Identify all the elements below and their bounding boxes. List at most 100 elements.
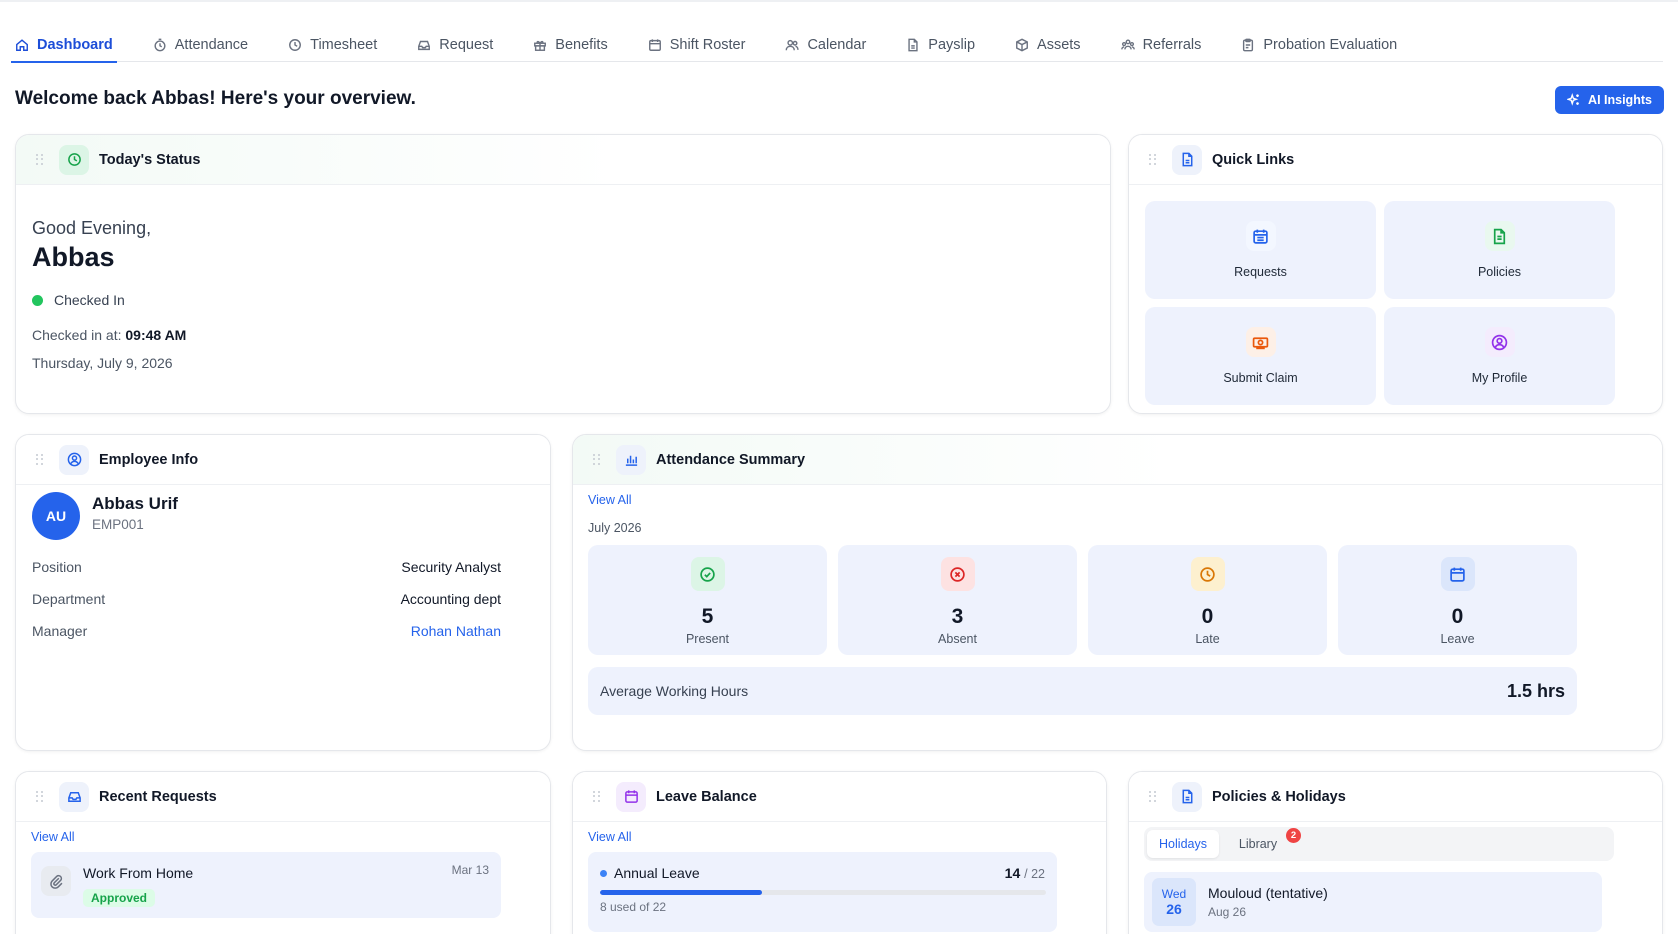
card-header: Today's Status	[16, 135, 1110, 185]
drag-handle-icon[interactable]	[593, 790, 601, 803]
todays-status-card: Today's Status Good Evening, Abbas Check…	[15, 134, 1111, 414]
stat-label: Late	[1195, 632, 1220, 646]
stat-label: Absent	[938, 632, 977, 646]
card-title: Employee Info	[99, 451, 199, 468]
tab-request[interactable]: Request	[417, 28, 493, 62]
tab-calendar[interactable]: Calendar	[785, 28, 866, 62]
drag-handle-icon[interactable]	[1149, 790, 1157, 803]
sparkle-icon	[1567, 93, 1579, 106]
ai-insights-button[interactable]: AI Insights	[1555, 86, 1664, 114]
employee-id: EMP001	[92, 517, 144, 532]
manager-link[interactable]: Rohan Nathan	[411, 623, 501, 639]
drag-handle-icon[interactable]	[36, 453, 44, 466]
tab-benefits[interactable]: Benefits	[533, 28, 608, 62]
clock-icon	[59, 144, 89, 175]
tab-label: Assets	[1037, 37, 1081, 53]
calendar-icon	[648, 39, 661, 51]
tab-shift-roster[interactable]: Shift Roster	[648, 28, 746, 62]
card-header: Attendance Summary	[573, 435, 1662, 485]
policies-holidays-card: Policies & Holidays Holidays Library 2 W…	[1128, 771, 1663, 934]
info-key: Manager	[32, 623, 88, 639]
card-title: Leave Balance	[656, 788, 757, 805]
tab-label: Dashboard	[37, 37, 113, 53]
tab-label: Shift Roster	[669, 37, 746, 53]
quick-link-my-profile[interactable]: My Profile	[1384, 307, 1615, 405]
user-circle-icon	[1484, 327, 1515, 357]
greeting: Good Evening,	[32, 218, 152, 238]
holiday-item[interactable]: Wed 26 Mouloud (tentative) Aug 26	[1144, 872, 1602, 932]
stat-present[interactable]: 5 Present	[588, 545, 827, 655]
leave-remaining: 14	[1004, 865, 1021, 881]
request-title: Work From Home	[83, 865, 194, 881]
clock-icon	[1190, 557, 1225, 591]
tab-assets[interactable]: Assets	[1015, 28, 1081, 62]
library-count-badge: 2	[1286, 828, 1301, 843]
quick-links-card: Quick Links Requests Policies Submit Cla…	[1128, 134, 1663, 414]
checkin-value: 09:48 AM	[125, 327, 187, 343]
stat-label: Present	[685, 632, 730, 646]
tab-holidays[interactable]: Holidays	[1147, 830, 1219, 858]
user-circle-icon	[59, 444, 89, 475]
top-divider	[0, 0, 1678, 2]
drag-handle-icon[interactable]	[593, 453, 601, 466]
info-key: Department	[32, 591, 106, 607]
drag-handle-icon[interactable]	[36, 790, 44, 803]
tab-probation-evaluation[interactable]: Probation Evaluation	[1241, 28, 1397, 62]
stat-value: 0	[1201, 605, 1214, 628]
leave-progress-fill	[600, 890, 763, 895]
tab-dashboard[interactable]: Dashboard	[11, 28, 117, 63]
info-value: Security Analyst	[401, 559, 501, 575]
quick-links-grid: Requests Policies Submit Claim My Profil…	[1145, 201, 1615, 405]
leave-item[interactable]: Annual Leave 14 / 22 8 used of 22	[588, 852, 1057, 932]
avg-label: Average Working Hours	[600, 683, 749, 699]
leave-name: Annual Leave	[614, 865, 700, 881]
gift-icon	[534, 40, 547, 51]
stat-value: 5	[701, 605, 714, 628]
stat-label: Leave	[1440, 632, 1475, 646]
holiday-day: Wed	[1161, 887, 1187, 901]
tab-payslip[interactable]: Payslip	[906, 28, 975, 62]
holidays-library-toggle: Holidays Library 2	[1144, 827, 1614, 861]
stat-late[interactable]: 0 Late	[1088, 545, 1327, 655]
info-row-position: Position Security Analyst	[32, 559, 501, 575]
card-title: Attendance Summary	[656, 451, 806, 468]
quick-link-requests[interactable]: Requests	[1145, 201, 1376, 299]
view-all-link[interactable]: View All	[31, 830, 75, 844]
view-all-link[interactable]: View All	[588, 830, 632, 844]
quick-link-label: Submit Claim	[1223, 371, 1298, 385]
tab-attendance[interactable]: Attendance	[153, 28, 248, 62]
tab-timesheet[interactable]: Timesheet	[288, 28, 377, 62]
leave-used-text: 8 used of 22	[600, 900, 667, 914]
stat-leave[interactable]: 0 Leave	[1338, 545, 1577, 655]
page-title: Welcome back Abbas! Here's your overview…	[15, 88, 416, 109]
tab-referrals[interactable]: Referrals	[1120, 28, 1201, 62]
tab-library[interactable]: Library	[1222, 830, 1294, 858]
card-title: Recent Requests	[99, 788, 217, 805]
current-date: Thursday, July 9, 2026	[32, 355, 173, 371]
quick-link-policies[interactable]: Policies	[1384, 201, 1615, 299]
card-title: Policies & Holidays	[1212, 788, 1346, 805]
card-header: Leave Balance	[573, 772, 1106, 822]
attendance-stats: 5 Present 3 Absent 0 Late 0 Leave	[588, 545, 1577, 655]
home-icon	[16, 39, 28, 51]
list-item[interactable]: Work From Home Mar 13 Approved	[31, 852, 501, 918]
status-dot	[32, 294, 43, 306]
drag-handle-icon[interactable]	[36, 153, 44, 166]
view-all-link[interactable]: View All	[588, 493, 632, 507]
quick-link-label: My Profile	[1471, 371, 1528, 385]
card-header: Quick Links	[1129, 135, 1662, 185]
ai-insights-label: AI Insights	[1588, 93, 1652, 107]
leave-progress-bar	[600, 890, 1046, 895]
month-label: July 2026	[588, 521, 642, 535]
holiday-date-badge: Wed 26	[1152, 878, 1196, 926]
calendar-list-icon	[1245, 221, 1276, 251]
clock-icon	[289, 39, 302, 51]
status-badge: Approved	[83, 889, 156, 907]
quick-link-submit-claim[interactable]: Submit Claim	[1145, 307, 1376, 405]
money-icon	[1245, 327, 1276, 357]
info-row-manager: Manager Rohan Nathan	[32, 623, 501, 639]
tab-label: Request	[439, 37, 494, 53]
tab-label: Payslip	[928, 37, 976, 53]
stat-absent[interactable]: 3 Absent	[838, 545, 1077, 655]
drag-handle-icon[interactable]	[1149, 153, 1157, 166]
